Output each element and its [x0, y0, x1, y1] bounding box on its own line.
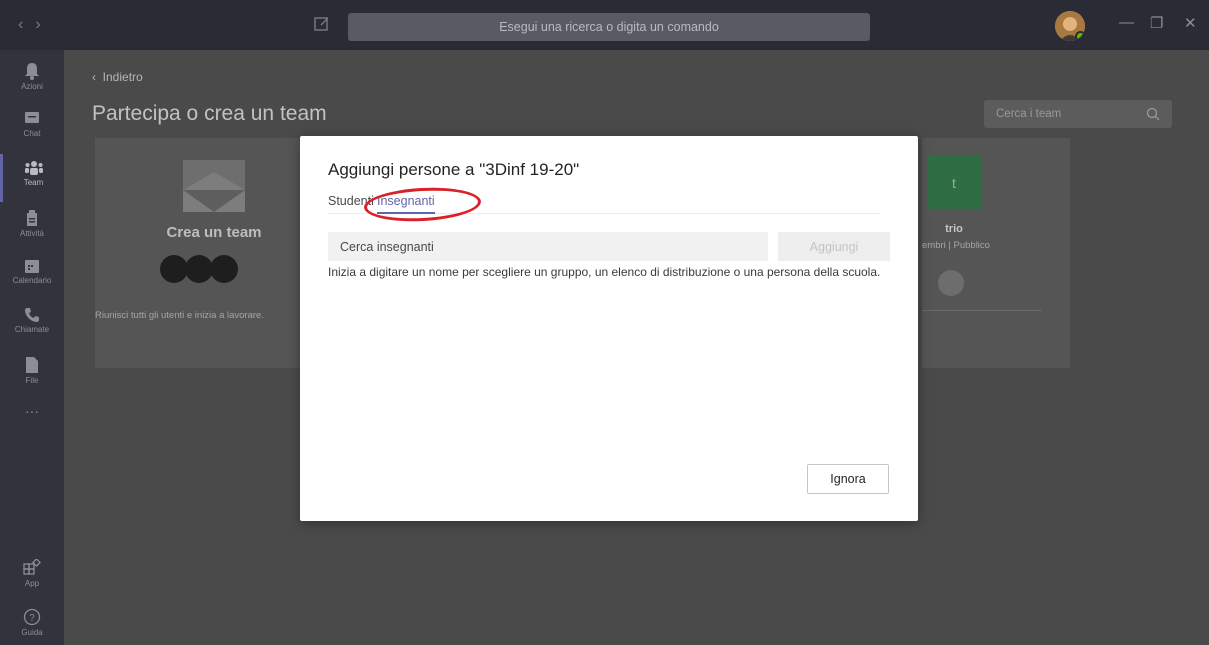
assignments-icon — [27, 210, 37, 226]
add-button[interactable]: Aggiungi — [778, 232, 890, 261]
minimize-icon[interactable]: — — [1119, 14, 1134, 31]
back-arrow-icon[interactable]: ‹ — [18, 16, 23, 33]
search-hint: Inizia a digitare un nome per scegliere … — [328, 265, 881, 279]
title-bar: ‹ › Esegui una ricerca o digita un comand… — [0, 0, 1209, 50]
rail-item-chat[interactable]: Chat — [0, 105, 64, 153]
phone-icon — [25, 308, 39, 322]
rail-item-attivita[interactable]: Attività — [0, 203, 64, 251]
rail-item-guida[interactable]: ? Guida — [0, 602, 64, 645]
create-team-description: Riunisci tutti gli utenti e inizia a lav… — [95, 310, 264, 321]
create-team-card[interactable]: Crea un team Riunisci tutti gli utenti e… — [95, 138, 333, 368]
create-team-title: Crea un team — [166, 224, 262, 241]
rail-item-label: Attività — [19, 229, 44, 238]
compose-icon[interactable] — [312, 14, 332, 34]
team-card-trio[interactable]: t trio embri | Pubblico — [922, 138, 1070, 368]
calendar-icon — [25, 260, 39, 273]
rail-item-team[interactable]: Team — [0, 154, 64, 202]
add-people-dialog: Aggiungi persone a "3Dinf 19-20" Student… — [300, 136, 918, 521]
rail-item-label: Calendario — [12, 276, 52, 285]
rail-item-label: App — [24, 579, 40, 588]
chat-icon — [25, 112, 39, 123]
search-teachers-input[interactable] — [328, 232, 768, 261]
team-name: trio — [945, 223, 963, 235]
team-tile: t — [927, 156, 981, 210]
app-rail: Azioni Chat Team Attività Calendario Chi… — [0, 50, 64, 645]
back-link[interactable]: ‹ Indietro — [92, 70, 143, 84]
rail-item-label: Team — [23, 178, 44, 187]
page-title: Partecipa o crea un team — [92, 102, 327, 125]
rail-item-chiamate[interactable]: Chiamate — [0, 301, 64, 349]
presence-available-icon — [1075, 31, 1085, 41]
rail-item-file[interactable]: File — [0, 350, 64, 398]
bell-icon — [25, 63, 39, 80]
red-annotation-circle — [363, 184, 482, 225]
more-options-icon: ··· — [25, 403, 39, 419]
back-link-label: Indietro — [102, 70, 143, 84]
divider — [922, 310, 1042, 311]
history-nav: ‹ › — [18, 16, 53, 34]
rail-item-label: Azioni — [21, 82, 43, 91]
rail-item-calendario[interactable]: Calendario — [0, 252, 64, 300]
rail-item-azioni[interactable]: Azioni — [0, 56, 64, 104]
user-avatar[interactable] — [1055, 11, 1085, 41]
rail-item-app[interactable]: App — [0, 553, 64, 601]
rail-item-label: Chat — [23, 129, 41, 138]
chevron-left-icon: ‹ — [92, 70, 96, 84]
apps-icon — [23, 559, 41, 575]
help-icon: ? — [23, 608, 41, 626]
member-avatar-icon — [938, 270, 964, 296]
rail-item-label: Chiamate — [14, 325, 50, 334]
team-search-input[interactable]: Cerca i team — [984, 100, 1172, 128]
maximize-icon[interactable]: ❐ — [1150, 14, 1163, 32]
team-meta: embri | Pubblico — [922, 240, 990, 251]
file-icon — [26, 357, 38, 373]
team-search-placeholder: Cerca i team — [996, 108, 1062, 120]
rail-item-label: Guida — [21, 628, 43, 637]
svg-text:?: ? — [29, 613, 35, 624]
forward-arrow-icon[interactable]: › — [35, 16, 40, 33]
search-icon — [1146, 107, 1160, 121]
rail-item-label: File — [25, 376, 39, 385]
more-apps-button[interactable]: ··· — [0, 403, 64, 451]
close-icon[interactable]: ✕ — [1184, 14, 1197, 32]
command-search-bar[interactable]: Esegui una ricerca o digita un comando — [348, 13, 870, 41]
create-team-illustration-icon — [183, 160, 245, 212]
member-avatars — [160, 255, 238, 288]
dialog-title: Aggiungi persone a "3Dinf 19-20" — [328, 160, 580, 179]
team-icon — [24, 161, 43, 175]
ignore-button[interactable]: Ignora — [807, 464, 889, 494]
